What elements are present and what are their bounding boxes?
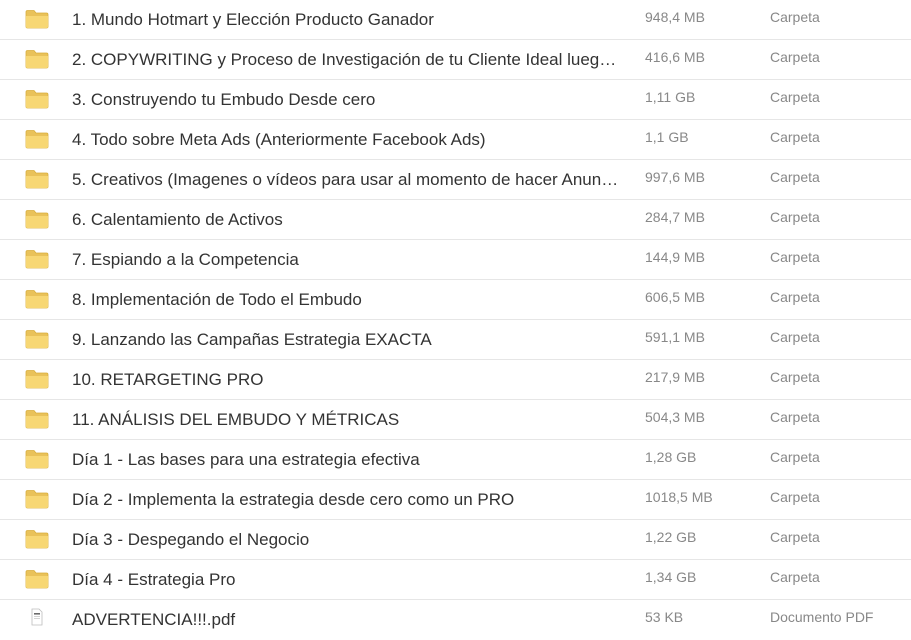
folder-icon [25, 409, 49, 429]
file-size: 144,9 MB [645, 249, 705, 265]
folder-icon [25, 249, 49, 269]
file-type: Carpeta [770, 209, 820, 225]
folder-icon [25, 369, 49, 389]
file-name: 4. Todo sobre Meta Ads (Anteriormente Fa… [72, 130, 486, 149]
file-row-3[interactable]: 4. Todo sobre Meta Ads (Anteriormente Fa… [0, 120, 911, 160]
file-type: Carpeta [770, 89, 820, 105]
file-size: 1,1 GB [645, 129, 689, 145]
folder-icon [25, 9, 49, 29]
file-name: 10. RETARGETING PRO [72, 370, 264, 389]
file-size: 591,1 MB [645, 329, 705, 345]
file-name: Día 2 - Implementa la estrategia desde c… [72, 490, 515, 509]
file-type: Carpeta [770, 9, 820, 25]
file-row-7[interactable]: 8. Implementación de Todo el Embudo 606,… [0, 280, 911, 320]
file-type: Carpeta [770, 169, 820, 185]
file-size: 1,11 GB [645, 89, 696, 105]
folder-icon [25, 49, 49, 69]
file-type: Carpeta [770, 449, 820, 465]
folder-icon [25, 489, 49, 509]
file-type: Carpeta [770, 49, 820, 65]
file-name: Día 4 - Estrategia Pro [72, 570, 236, 589]
file-name: 5. Creativos (Imagenes o vídeos para usa… [72, 170, 620, 189]
file-row-5[interactable]: 6. Calentamiento de Activos 284,7 MB Car… [0, 200, 911, 240]
file-type: Carpeta [770, 569, 820, 585]
folder-icon [25, 209, 49, 229]
folder-icon [25, 129, 49, 149]
file-name: 1. Mundo Hotmart y Elección Producto Gan… [72, 10, 434, 29]
file-row-15[interactable]: ADVERTENCIA!!!.pdf 53 KB Documento PDF [0, 600, 911, 640]
pdf-file-icon [30, 608, 44, 626]
file-row-10[interactable]: 11. ANÁLISIS DEL EMBUDO Y MÉTRICAS 504,3… [0, 400, 911, 440]
file-name: 9. Lanzando las Campañas Estrategia EXAC… [72, 330, 432, 349]
folder-icon [25, 169, 49, 189]
file-name: Día 1 - Las bases para una estrategia ef… [72, 450, 420, 469]
file-type: Carpeta [770, 369, 820, 385]
file-name: 8. Implementación de Todo el Embudo [72, 290, 362, 309]
file-row-13[interactable]: Día 3 - Despegando el Negocio 1,22 GB Ca… [0, 520, 911, 560]
file-row-1[interactable]: 2. COPYWRITING y Proceso de Investigació… [0, 40, 911, 80]
file-name: 11. ANÁLISIS DEL EMBUDO Y MÉTRICAS [72, 410, 400, 429]
file-type: Carpeta [770, 249, 820, 265]
folder-icon [25, 529, 49, 549]
file-name: 3. Construyendo tu Embudo Desde cero [72, 90, 376, 109]
file-size: 997,6 MB [645, 169, 705, 185]
file-name: ADVERTENCIA!!!.pdf [72, 610, 236, 629]
file-row-2[interactable]: 3. Construyendo tu Embudo Desde cero 1,1… [0, 80, 911, 120]
file-row-11[interactable]: Día 1 - Las bases para una estrategia ef… [0, 440, 911, 480]
folder-icon [25, 289, 49, 309]
file-row-4[interactable]: 5. Creativos (Imagenes o vídeos para usa… [0, 160, 911, 200]
file-type: Carpeta [770, 129, 820, 145]
file-row-12[interactable]: Día 2 - Implementa la estrategia desde c… [0, 480, 911, 520]
file-size: 1018,5 MB [645, 489, 713, 505]
file-type: Documento PDF [770, 609, 874, 625]
file-size: 606,5 MB [645, 289, 705, 305]
file-row-9[interactable]: 10. RETARGETING PRO 217,9 MB Carpeta [0, 360, 911, 400]
file-row-8[interactable]: 9. Lanzando las Campañas Estrategia EXAC… [0, 320, 911, 360]
file-size: 284,7 MB [645, 209, 705, 225]
file-type: Carpeta [770, 409, 820, 425]
file-size: 416,6 MB [645, 49, 705, 65]
file-type: Carpeta [770, 489, 820, 505]
file-size: 1,34 GB [645, 569, 697, 585]
file-type: Carpeta [770, 289, 820, 305]
file-row-14[interactable]: Día 4 - Estrategia Pro 1,34 GB Carpeta [0, 560, 911, 600]
file-name: 7. Espiando a la Competencia [72, 250, 299, 269]
file-name: Día 3 - Despegando el Negocio [72, 530, 310, 549]
file-name: 2. COPYWRITING y Proceso de Investigació… [72, 50, 617, 69]
file-size: 504,3 MB [645, 409, 705, 425]
file-size: 948,4 MB [645, 9, 705, 25]
file-type: Carpeta [770, 529, 820, 545]
folder-icon [25, 449, 49, 469]
file-list: 1. Mundo Hotmart y Elección Producto Gan… [0, 0, 911, 636]
file-size: 53 KB [645, 609, 684, 625]
file-row-6[interactable]: 7. Espiando a la Competencia 144,9 MB Ca… [0, 240, 911, 280]
folder-icon [25, 329, 49, 349]
file-name: 6. Calentamiento de Activos [72, 210, 283, 229]
file-size: 1,22 GB [645, 529, 697, 545]
folder-icon [25, 89, 49, 109]
file-type: Carpeta [770, 329, 820, 345]
folder-icon [25, 569, 49, 589]
file-size: 1,28 GB [645, 449, 697, 465]
file-row-0[interactable]: 1. Mundo Hotmart y Elección Producto Gan… [0, 0, 911, 40]
file-size: 217,9 MB [645, 369, 705, 385]
